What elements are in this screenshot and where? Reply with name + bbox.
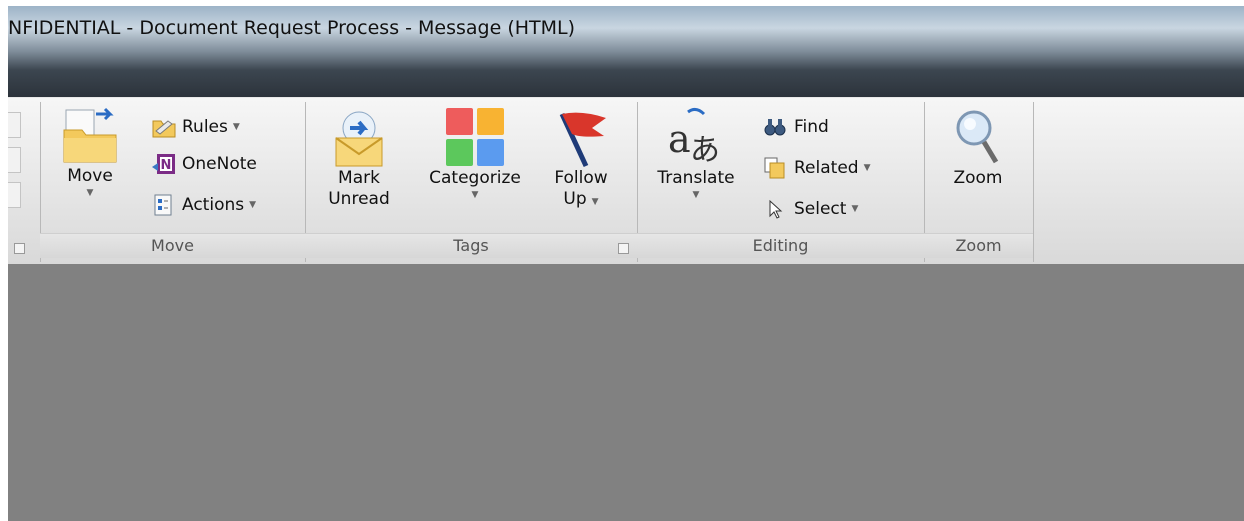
- find-icon: [764, 116, 786, 138]
- previous-group-partial: [8, 102, 41, 262]
- onenote-icon: N: [152, 153, 175, 175]
- chevron-down-icon: ▼: [471, 190, 479, 200]
- ribbon: Move ▼ Rules ▼ N OneNote Actions ▼ Move …: [8, 97, 1244, 265]
- move-folder-icon: [63, 107, 117, 163]
- partial-button[interactable]: [8, 112, 21, 138]
- group-tags: Mark Unread Categorize ▼ Follow Up ▼ Tag…: [305, 102, 638, 262]
- outlook-message-window: NFIDENTIAL - Document Request Process - …: [8, 6, 1244, 521]
- svg-text:N: N: [161, 158, 172, 173]
- unread-label: Unread: [328, 189, 390, 209]
- chevron-down-icon: ▼: [232, 122, 240, 132]
- onenote-label: OneNote: [182, 154, 257, 174]
- group-label-tags: Tags: [305, 233, 637, 258]
- group-label-zoom: Zoom: [924, 233, 1033, 258]
- dialog-launcher-icon[interactable]: [14, 243, 25, 254]
- group-label-move: Move: [40, 233, 305, 258]
- mark-unread-icon: [335, 111, 383, 167]
- categorize-label: Categorize: [429, 168, 521, 188]
- group-move: Move ▼ Rules ▼ N OneNote Actions ▼ Move: [40, 102, 306, 262]
- svg-text:a: a: [668, 117, 691, 161]
- chevron-down-icon: ▼: [249, 200, 257, 210]
- translate-button[interactable]: a あ Translate ▼: [647, 106, 745, 201]
- related-icon: [764, 157, 786, 179]
- title-bar: NFIDENTIAL - Document Request Process - …: [8, 6, 1244, 97]
- onenote-button[interactable]: N OneNote: [152, 151, 257, 177]
- mark-label: Mark: [338, 168, 380, 188]
- zoom-button[interactable]: Zoom: [938, 106, 1018, 189]
- move-label: Move: [67, 166, 113, 186]
- message-body-area: [8, 264, 1244, 521]
- partial-button[interactable]: [8, 147, 21, 173]
- group-label-editing: Editing: [637, 233, 924, 258]
- rules-icon: [152, 116, 176, 138]
- categorize-button[interactable]: Categorize ▼: [422, 106, 528, 201]
- actions-label: Actions: [182, 195, 245, 215]
- follow-up-button[interactable]: Follow Up ▼: [541, 106, 621, 213]
- chevron-down-icon: ▼: [86, 188, 94, 198]
- select-button[interactable]: Select ▼: [764, 196, 858, 222]
- related-button[interactable]: Related ▼: [764, 155, 871, 181]
- chevron-down-icon: ▼: [591, 197, 599, 207]
- dialog-launcher-icon[interactable]: [618, 243, 629, 254]
- translate-label: Translate: [657, 168, 735, 188]
- rules-button[interactable]: Rules ▼: [152, 114, 240, 140]
- up-label: Up: [563, 189, 587, 209]
- actions-button[interactable]: Actions ▼: [152, 192, 256, 218]
- move-button[interactable]: Move ▼: [54, 106, 126, 199]
- categorize-icon: [446, 108, 504, 166]
- zoom-magnifier-icon: [956, 110, 999, 164]
- zoom-label: Zoom: [953, 168, 1003, 188]
- window-title: NFIDENTIAL - Document Request Process - …: [8, 17, 576, 39]
- find-label: Find: [794, 117, 829, 137]
- select-cursor-icon: [764, 198, 786, 220]
- actions-icon: [152, 194, 174, 216]
- find-button[interactable]: Find: [764, 114, 829, 140]
- partial-dropdown[interactable]: [8, 182, 21, 208]
- group-zoom: Zoom Zoom: [924, 102, 1034, 262]
- chevron-down-icon: ▼: [851, 204, 859, 214]
- chevron-down-icon: ▼: [692, 190, 700, 200]
- translate-icon: a あ: [668, 107, 720, 168]
- follow-up-flag-icon: [559, 112, 606, 168]
- svg-text:あ: あ: [690, 133, 720, 168]
- mark-unread-button[interactable]: Mark Unread: [319, 106, 399, 210]
- group-editing: a あ Translate ▼ Find Related ▼ Select ▼ …: [637, 102, 925, 262]
- chevron-down-icon: ▼: [863, 163, 871, 173]
- rules-label: Rules: [182, 117, 228, 137]
- related-label: Related: [794, 158, 859, 178]
- follow-label: Follow: [554, 168, 608, 188]
- select-label: Select: [794, 199, 847, 219]
